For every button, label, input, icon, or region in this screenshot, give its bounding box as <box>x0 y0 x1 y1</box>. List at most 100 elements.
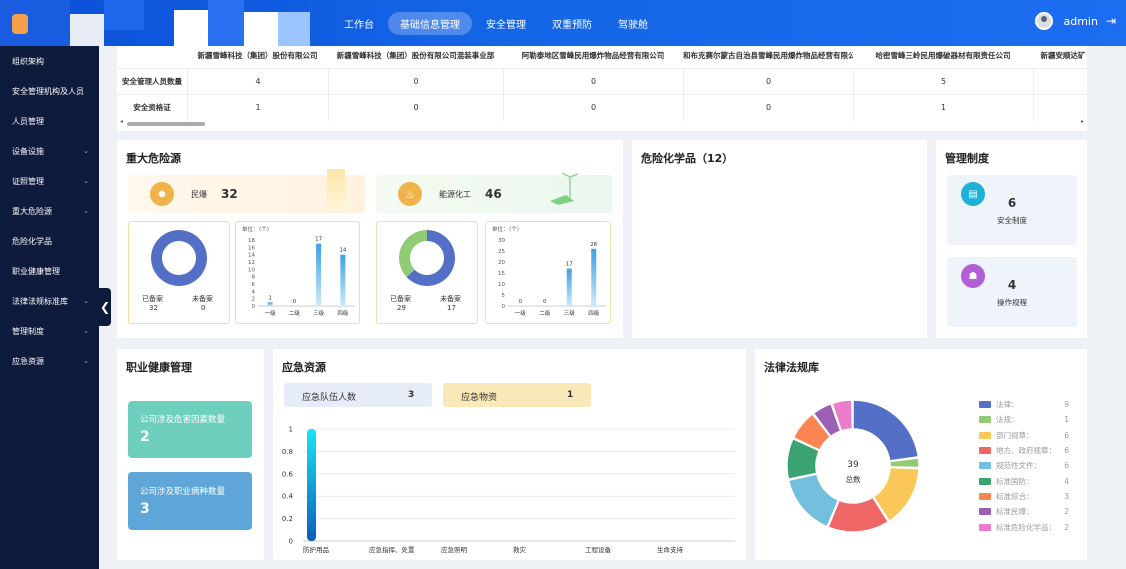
legend-item[interactable]: 地方、政府规章： 6 <box>979 443 1069 458</box>
mgmt-system-card: 管理制度 ▤ 6 安全制度 ☗ 4 操作规程 <box>936 140 1087 338</box>
sidebar-item-5[interactable]: 重大危险源 ⌄ <box>0 196 99 226</box>
sidebar-item-10[interactable]: 应急资源 ⌄ <box>0 346 99 376</box>
bar[interactable] <box>267 302 273 306</box>
nav-item-1[interactable]: 基础信息管理 <box>388 12 472 35</box>
user-area: admin ⇥ <box>1035 12 1116 30</box>
civil-explosive-stat[interactable]: ✹ 民爆 32 <box>128 169 365 213</box>
unfiled-label: 未备案 <box>192 295 213 303</box>
major-hazard-title: 重大危险源 <box>126 152 181 165</box>
bar[interactable] <box>591 248 597 306</box>
supply-count-value: 1 <box>567 390 574 400</box>
sidebar-item-6[interactable]: 危险化学品 <box>0 226 99 256</box>
team-count-tile[interactable]: 应急队伍人数 3 <box>284 383 432 407</box>
civil-explosive-donut-box: 已备案 未备案 32 0 <box>128 221 230 324</box>
y-tick-label: 0 <box>502 304 506 310</box>
operation-rule-tile[interactable]: ☗ 4 操作规程 <box>947 257 1077 327</box>
nav-item-3[interactable]: 双重预防 <box>540 12 604 35</box>
y-tick-label: 30 <box>498 238 505 244</box>
bar[interactable] <box>566 268 572 306</box>
pie-slice[interactable] <box>399 230 427 278</box>
legend-label: 标准民爆： <box>996 507 1034 517</box>
y-tick-label: 0.6 <box>282 470 294 478</box>
y-tick-label: 4 <box>252 289 256 295</box>
bar[interactable] <box>340 254 346 306</box>
sidebar-item-label: 安全管理机构及人员 <box>12 86 84 96</box>
legend-item[interactable]: 法规： 1 <box>979 412 1069 427</box>
x-tick-label: 救灾 <box>513 545 527 554</box>
bar[interactable] <box>316 243 322 306</box>
laws-title: 法律法规库 <box>764 361 819 374</box>
bar[interactable] <box>307 429 316 541</box>
sidebar-item-2[interactable]: 人员管理 <box>0 106 99 136</box>
legend-item[interactable]: 部门规章： 6 <box>979 428 1069 443</box>
sidebar-item-7[interactable]: 职业健康管理 <box>0 256 99 286</box>
table-row: 安全管理人员数量 4 0 0 0 5 <box>117 68 1087 95</box>
legend-label: 标准危险化学品： <box>996 522 1056 532</box>
header-cell: 和布克赛尔蒙古自治县雪峰民用爆炸物品经营有限公司 <box>683 51 853 60</box>
collapse-sidebar-icon[interactable]: ❮ <box>99 288 111 326</box>
sidebar-item-4[interactable]: 证照管理 ⌄ <box>0 166 99 196</box>
chevron-down-icon: ⌄ <box>83 177 89 185</box>
x-tick-label: 应急照明 <box>441 545 468 554</box>
y-tick-label: 10 <box>248 267 255 273</box>
username[interactable]: admin <box>1063 15 1097 28</box>
legend-value: 3 <box>1064 491 1069 501</box>
chevron-down-icon: ⌄ <box>83 297 89 305</box>
energy-chem-bar-box: 单位：（个） 0 5 10 15 20 25 30 0 一级 0 二级 17 三级 26 四级 <box>485 221 611 324</box>
emergency-bar-chart: 0 0.2 0.4 0.6 0.8 1 防护用品 应急指挥、处置 应急照明 救灾 工程设备 生命支持 <box>282 426 735 554</box>
nav-item-2[interactable]: 安全管理 <box>474 12 538 35</box>
unit-label: 单位：（个） <box>242 225 272 233</box>
hazard-factor-tile[interactable]: 公司涉及危害因素数量 2 <box>128 401 252 458</box>
avatar[interactable] <box>1035 12 1054 30</box>
legend-item[interactable]: 法律： 9 <box>979 397 1069 412</box>
sidebar-item-1[interactable]: 安全管理机构及人员 <box>0 76 99 106</box>
mgmt-system-title: 管理制度 <box>945 152 989 165</box>
legend-swatch <box>979 492 991 500</box>
sidebar-item-9[interactable]: 管理制度 ⌄ <box>0 316 99 346</box>
emergency-title: 应急资源 <box>282 361 326 374</box>
pie-slice[interactable] <box>787 473 840 528</box>
energy-chem-stat[interactable]: ♨ 能源化工 46 <box>376 172 612 213</box>
laws-total-label: 总数 <box>845 475 861 484</box>
table-cell <box>1033 68 1087 95</box>
x-tick-label: 三级 <box>313 309 325 317</box>
table-row: 安全资格证 1 0 0 0 1 <box>117 94 1087 121</box>
nav-item-0[interactable]: 工作台 <box>332 12 386 35</box>
sidebar-item-8[interactable]: 法律法规标准库 ⌄ <box>0 286 99 316</box>
legend-label: 部门规章： <box>996 430 1034 440</box>
sidebar-item-label: 职业健康管理 <box>12 266 60 276</box>
safety-system-tile[interactable]: ▤ 6 安全制度 <box>947 175 1077 245</box>
nav-item-4[interactable]: 驾驶舱 <box>606 12 660 35</box>
header-cell: 新疆安顺达矿 <box>1040 51 1086 60</box>
supply-count-tile[interactable]: 应急物资 1 <box>443 383 591 407</box>
disease-type-value: 3 <box>140 501 150 517</box>
legend-item[interactable]: 标准综合： 3 <box>979 489 1069 504</box>
sidebar-item-0[interactable]: 组织架构 <box>0 46 99 76</box>
legend-swatch <box>979 477 991 485</box>
disease-type-tile[interactable]: 公司涉及职业病种数量 3 <box>128 472 252 530</box>
table-cell: 0 <box>503 94 683 121</box>
pie-slice[interactable] <box>150 230 207 286</box>
y-tick-label: 0.2 <box>282 515 293 523</box>
company-table: ◂ ▸ 新疆雪峰科技（集团）股份有限公司 新疆雪峰科技（集团）股份有限公司混装事业… <box>117 46 1087 131</box>
team-count-value: 3 <box>408 390 415 400</box>
chevron-down-icon: ⌄ <box>83 207 89 215</box>
hazardous-chem-title: 危险化学品（12） <box>641 152 734 165</box>
scroll-thumb[interactable] <box>127 122 205 126</box>
top-nav: 工作台 基础信息管理 安全管理 双重预防 驾驶舱 <box>332 12 662 35</box>
legend-value: 1 <box>1064 415 1069 425</box>
pie-slice[interactable] <box>852 399 920 462</box>
header-cell: 阿勒泰地区雪峰民用爆炸物品经营有限公司 <box>521 51 665 60</box>
horizontal-scrollbar[interactable]: ◂ ▸ <box>117 118 1087 128</box>
legend-item[interactable]: 标准国防： 4 <box>979 473 1069 488</box>
hazard-factor-value: 2 <box>140 429 150 445</box>
logout-icon[interactable]: ⇥ <box>1106 14 1116 28</box>
major-hazard-card: 重大危险源 ✹ 民爆 32 ♨ 能源化工 46 已备案 未备案 32 0 单位：… <box>117 140 623 338</box>
table-cell: 1 <box>187 94 328 121</box>
legend-value: 2 <box>1064 522 1069 532</box>
legend-item[interactable]: 规范性文件： 6 <box>979 458 1069 473</box>
legend-item[interactable]: 标准民爆： 2 <box>979 504 1069 519</box>
legend-item[interactable]: 标准危险化学品： 2 <box>979 519 1069 534</box>
row-label: 安全管理人员数量 <box>122 77 182 86</box>
sidebar-item-3[interactable]: 设备设施 ⌄ <box>0 136 99 166</box>
